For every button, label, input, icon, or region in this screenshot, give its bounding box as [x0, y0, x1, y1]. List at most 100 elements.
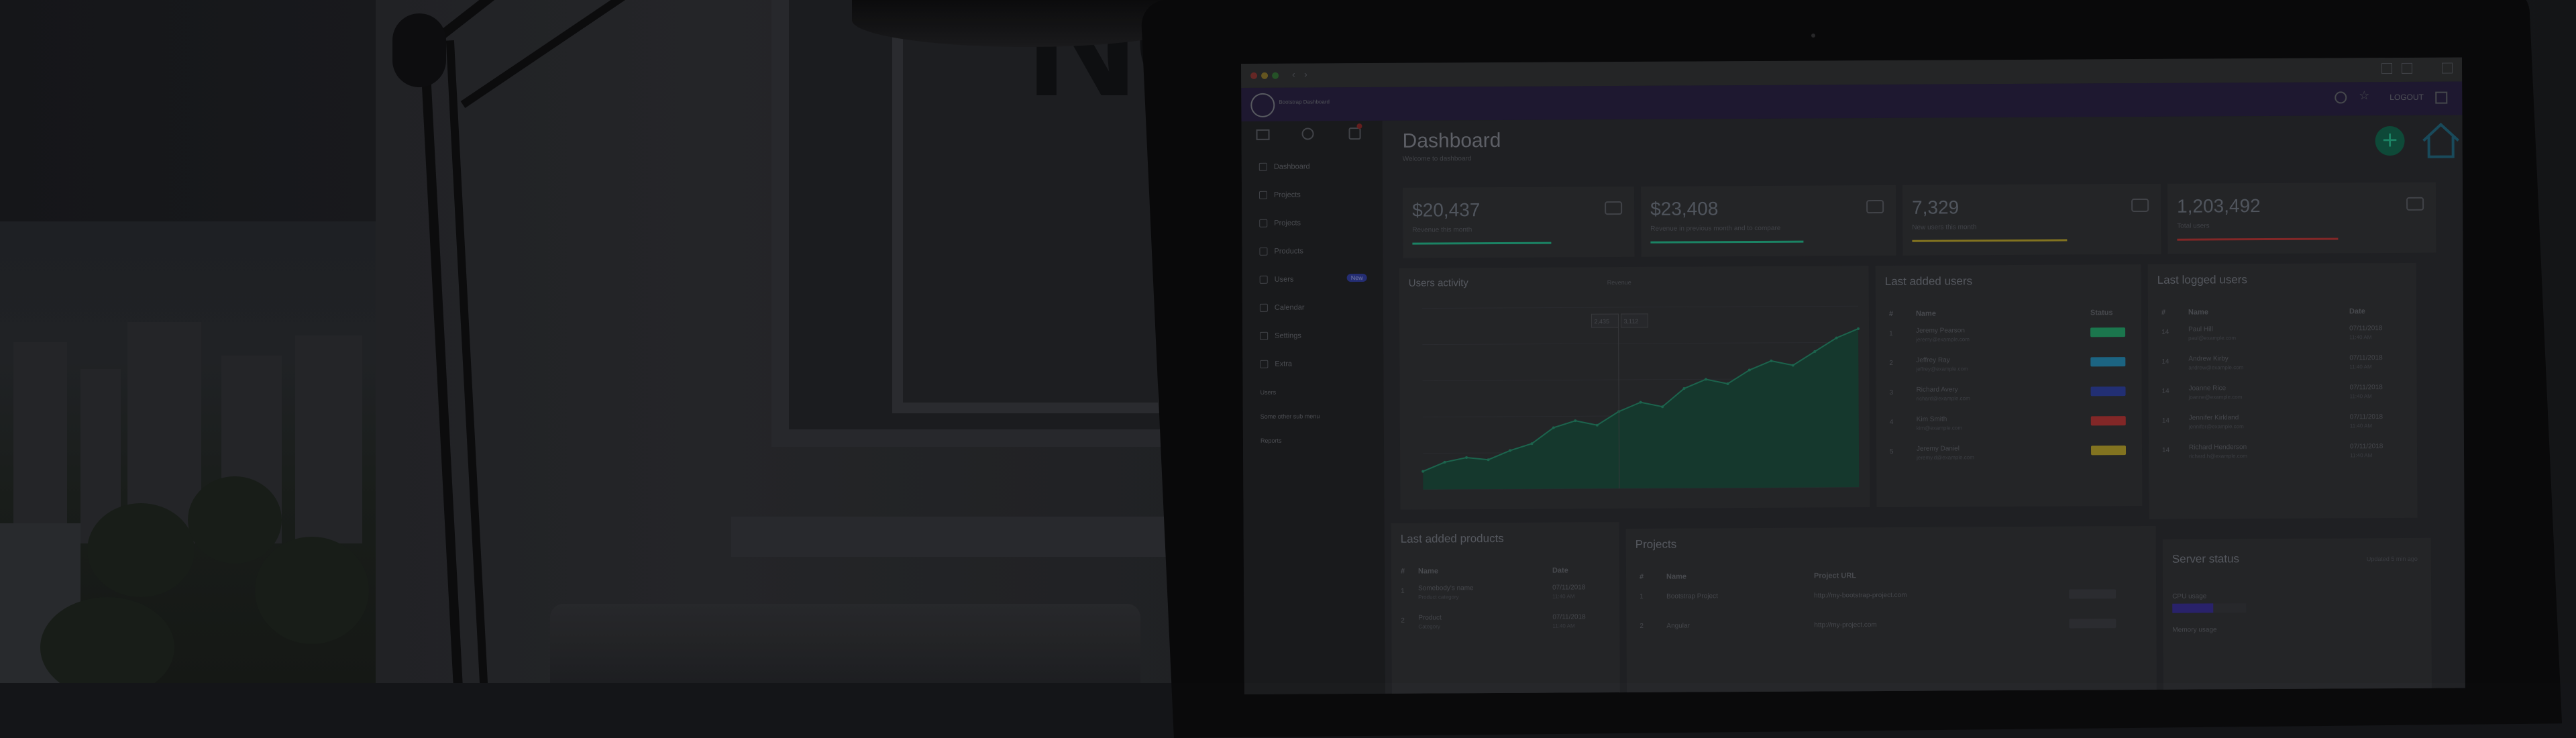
chart-tooltip-value: 3,112 — [1623, 318, 1638, 325]
share-icon[interactable] — [2381, 63, 2393, 74]
new-tab-icon[interactable] — [2442, 62, 2453, 74]
minimize-window-button[interactable] — [1261, 72, 1269, 79]
sidebar-item[interactable]: Products — [1259, 245, 1303, 258]
chart-point[interactable] — [1661, 405, 1664, 409]
sidebar-item[interactable]: Settings — [1260, 329, 1301, 343]
table-header: Name — [1417, 567, 1438, 576]
logout-link[interactable]: LOGOUT — [2390, 93, 2424, 102]
user-name[interactable]: Jeremy Daniel — [1917, 445, 1960, 452]
project-url[interactable]: http://my-project.com — [1814, 621, 1876, 629]
user-name[interactable]: Paul Hill — [2188, 325, 2213, 333]
status-badge — [2090, 357, 2126, 367]
forward-arrow-icon[interactable]: › — [1304, 68, 1307, 79]
project-action-button[interactable] — [2069, 619, 2116, 629]
table-header: Project URL — [1813, 572, 1857, 580]
chart-point[interactable] — [1574, 419, 1577, 423]
add-button[interactable]: + — [2375, 125, 2405, 156]
chart-point[interactable] — [1835, 336, 1838, 339]
sidebar-item[interactable]: Dashboard — [1258, 160, 1310, 173]
kpi-value: $23,408 — [1650, 198, 1719, 219]
status-badge — [2090, 445, 2127, 456]
money-icon — [1866, 199, 1884, 214]
row-number: 2 — [1889, 359, 1893, 367]
chart-point[interactable] — [1443, 460, 1446, 464]
user-icon[interactable] — [1301, 127, 1314, 140]
product-time: 11:40 AM — [1552, 623, 1575, 629]
kpi-label: Total users — [2177, 222, 2210, 230]
login-date: 07/11/2018 — [2349, 413, 2383, 421]
kpi-label: New users this month — [1912, 223, 1977, 231]
sidebar-subitem[interactable]: Some other sub menu — [1260, 409, 1320, 423]
star-icon[interactable]: ☆ — [2359, 89, 2369, 103]
chart-point[interactable] — [1813, 350, 1817, 354]
user-name[interactable]: Joanne Rice — [2189, 384, 2226, 392]
user-name[interactable]: Jennifer Kirkland — [2189, 414, 2239, 421]
user-name[interactable]: Kim Smith — [1917, 415, 1947, 423]
chart-point[interactable] — [1770, 359, 1773, 362]
box-icon — [1259, 247, 1268, 256]
project-name[interactable]: Angular — [1666, 623, 1690, 630]
user-name[interactable]: Jeremy Pearson — [1916, 327, 1965, 334]
sidebar-item[interactable]: Extra — [1260, 358, 1292, 371]
user-name[interactable]: Andrew Kirby — [2188, 355, 2229, 362]
user-email: richard@example.com — [1916, 395, 1970, 402]
table-header: Status — [2090, 309, 2113, 317]
close-window-button[interactable] — [1250, 72, 1258, 79]
chart-point[interactable] — [1465, 456, 1468, 459]
user-email: andrew@example.com — [2188, 364, 2244, 371]
brand-logo-icon[interactable] — [1250, 93, 1275, 117]
status-badge — [2090, 416, 2126, 426]
chart-point[interactable] — [1595, 423, 1599, 427]
chart-point[interactable] — [1487, 458, 1490, 462]
chart-point[interactable] — [1530, 442, 1534, 445]
chart-point[interactable] — [1748, 368, 1751, 372]
login-date: 07/11/2018 — [2349, 384, 2383, 392]
back-arrow-icon[interactable]: ‹ — [1292, 69, 1295, 80]
sidebar-item[interactable]: Calendar — [1259, 301, 1305, 315]
chart-point[interactable] — [1791, 364, 1794, 367]
chart-point[interactable] — [1704, 378, 1707, 381]
sidebar-item[interactable]: Projects — [1259, 217, 1301, 230]
last-added-products-table — [1391, 522, 1619, 523]
search-icon[interactable] — [2334, 91, 2347, 104]
project-url[interactable]: http://my-bootstrap-project.com — [1814, 592, 1907, 600]
home-icon[interactable] — [2420, 121, 2461, 159]
product-name[interactable]: Somebody's name — [1418, 584, 1474, 592]
inbox-icon[interactable] — [1256, 129, 1270, 140]
chart-point[interactable] — [1552, 426, 1555, 429]
maximize-window-button[interactable] — [1272, 72, 1279, 79]
sidebar-item[interactable]: Users New — [1259, 273, 1367, 286]
sidebar-subitem[interactable]: Users — [1260, 386, 1277, 399]
user-email: paul@example.com — [2188, 335, 2237, 341]
tabs-icon[interactable] — [2402, 62, 2413, 74]
sidebar-item[interactable]: Projects — [1258, 189, 1301, 202]
row-number: 14 — [2162, 446, 2170, 454]
server-status-panel: Server status Updated 5 min ago CPU usag… — [2162, 537, 2432, 694]
cart-icon — [1605, 201, 1623, 215]
chart-point[interactable] — [1682, 387, 1686, 390]
sidebar-subitem[interactable]: Reports — [1260, 434, 1282, 447]
list-icon — [1259, 219, 1268, 227]
row-number: 14 — [2161, 358, 2169, 366]
chart-point[interactable] — [1726, 382, 1729, 385]
user-name[interactable]: Richard Henderson — [2189, 443, 2247, 451]
project-action-button[interactable] — [2069, 589, 2116, 599]
sidebar-item-label: Extra — [1275, 360, 1293, 368]
user-email: joanne@example.com — [2188, 394, 2243, 401]
notifications-icon[interactable] — [1348, 127, 1361, 140]
logout-icon[interactable] — [2435, 91, 2448, 104]
user-name[interactable]: Richard Avery — [1917, 386, 1958, 393]
table-header: Date — [2349, 307, 2365, 316]
product-name[interactable]: Product — [1418, 614, 1442, 621]
sidebar-item-label: Settings — [1275, 331, 1301, 340]
projects-table — [1626, 526, 2156, 529]
user-name[interactable]: Jeffrey Ray — [1916, 356, 1949, 364]
project-name[interactable]: Bootstrap Project — [1666, 592, 1718, 600]
chart-point[interactable] — [1421, 470, 1425, 473]
chart-point[interactable] — [1857, 327, 1860, 330]
new-badge: New — [1346, 274, 1367, 282]
chart-point[interactable] — [1509, 449, 1512, 452]
chart-point[interactable] — [1639, 401, 1642, 404]
brand-name[interactable]: Bootstrap Dashboard — [1279, 99, 1330, 105]
sidebar-item-label: Users — [1274, 275, 1294, 284]
